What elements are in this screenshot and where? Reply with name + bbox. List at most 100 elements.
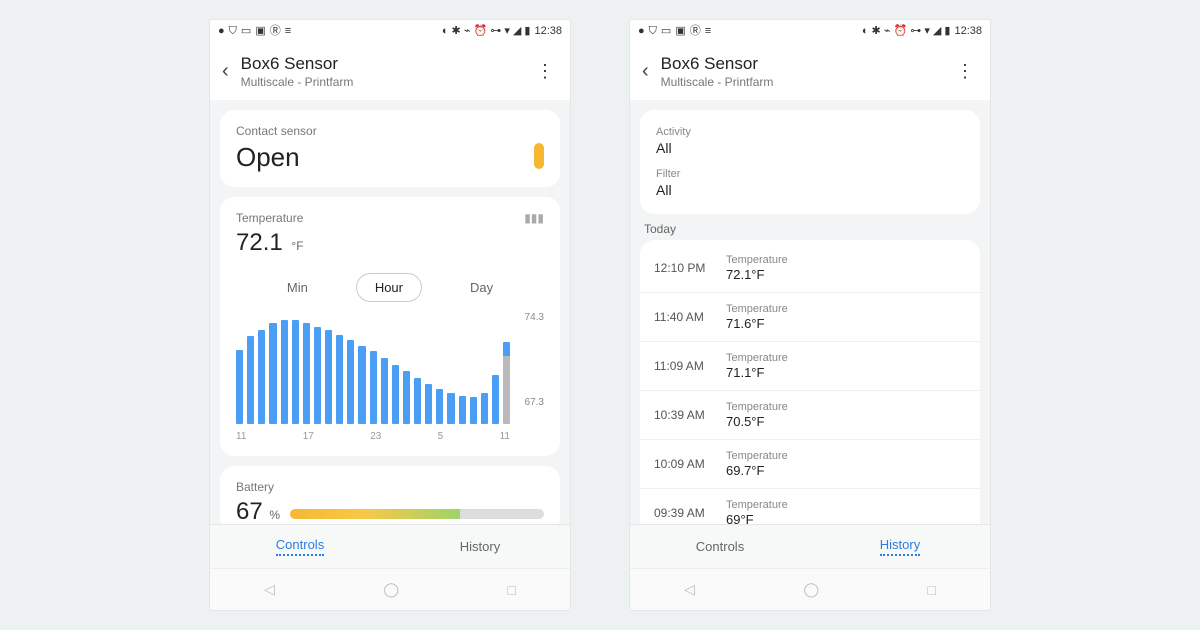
android-nav: ◁ ◯ □	[630, 568, 990, 610]
history-row[interactable]: 10:09 AMTemperature69.7°F	[640, 440, 980, 489]
nav-recents-icon[interactable]: □	[507, 582, 515, 598]
history-metric-label: Temperature	[726, 352, 788, 364]
nav-back-icon[interactable]: ◁	[684, 581, 695, 598]
page-subtitle: Multiscale - Printfarm	[241, 75, 530, 89]
chart-bar	[492, 375, 499, 424]
chart-bar	[447, 393, 454, 424]
app-header: ‹ Box6 Sensor Multiscale - Printfarm ⋮	[630, 42, 990, 100]
status-time: 12:38	[534, 26, 562, 37]
segment-hour[interactable]: Hour	[356, 273, 422, 302]
history-time: 11:40 AM	[654, 310, 726, 324]
chart-bar	[481, 393, 488, 424]
status-left-icons: ●⛉▭▣Ⓡ≡	[218, 26, 291, 37]
back-icon[interactable]: ‹	[222, 54, 237, 89]
chart-bar	[269, 323, 276, 424]
chart-bar	[470, 397, 477, 424]
tab-controls[interactable]: Controls	[630, 525, 810, 568]
segment-day[interactable]: Day	[452, 274, 511, 301]
status-bar: ●⛉▭▣Ⓡ≡ ◐ ✱ ⌁ ⏰ ⊶ ▾ ◢ ▮ 12:38	[210, 20, 570, 42]
nav-recents-icon[interactable]: □	[927, 582, 935, 598]
history-metric-value: 71.1°F	[726, 365, 788, 380]
chart-bar	[503, 342, 510, 424]
chart-bar	[425, 384, 432, 424]
temperature-label: Temperature	[236, 211, 303, 225]
history-row[interactable]: 12:10 PMTemperature72.1°F	[640, 244, 980, 293]
filter-card: Activity All Filter All	[640, 110, 980, 214]
android-nav: ◁ ◯ □	[210, 568, 570, 610]
chart-bar	[281, 320, 288, 424]
nav-home-icon[interactable]: ◯	[803, 581, 819, 598]
chart-bar	[325, 330, 332, 424]
chart-bar	[347, 340, 354, 424]
tab-history[interactable]: History	[390, 525, 570, 568]
page-title: Box6 Sensor	[241, 54, 530, 74]
history-metric-label: Temperature	[726, 450, 788, 462]
history-metric-value: 72.1°F	[726, 267, 788, 282]
nav-home-icon[interactable]: ◯	[383, 581, 399, 598]
history-section-header: Today	[640, 214, 980, 240]
bottom-tabs: Controls History	[210, 524, 570, 568]
chart-bar	[236, 350, 243, 424]
more-icon[interactable]: ⋮	[530, 55, 558, 88]
phone-controls: ●⛉▭▣Ⓡ≡ ◐ ✱ ⌁ ⏰ ⊶ ▾ ◢ ▮ 12:38 ‹ Box6 Sens…	[210, 20, 570, 610]
history-metric-label: Temperature	[726, 303, 788, 315]
history-metric-value: 69°F	[726, 512, 788, 524]
chart-bar	[358, 346, 365, 424]
filter-filter[interactable]: Filter All	[656, 162, 964, 204]
status-right-icons: ◐ ✱ ⌁ ⏰ ⊶ ▾ ◢ ▮ 12:38	[442, 26, 562, 37]
bottom-tabs: Controls History	[630, 524, 990, 568]
temperature-value: 72.1	[236, 229, 283, 256]
y-axis-min: 67.3	[525, 397, 544, 408]
x-axis: 111723511	[236, 431, 510, 442]
chart-bar	[247, 336, 254, 424]
history-metric-label: Temperature	[726, 499, 788, 511]
chart-bar	[403, 371, 410, 424]
chart-bar	[314, 327, 321, 424]
temperature-card[interactable]: Temperature ▮▮▮ 72.1 °F Min Hour Day 74.…	[220, 197, 560, 456]
history-row[interactable]: 09:39 AMTemperature69°F	[640, 489, 980, 524]
battery-bar	[290, 509, 544, 519]
history-row[interactable]: 11:40 AMTemperature71.6°F	[640, 293, 980, 342]
history-row[interactable]: 11:09 AMTemperature71.1°F	[640, 342, 980, 391]
battery-unit: %	[269, 508, 280, 522]
temperature-unit: °F	[291, 239, 303, 253]
back-icon[interactable]: ‹	[642, 54, 657, 89]
history-list[interactable]: 12:10 PMTemperature72.1°F11:40 AMTempera…	[640, 240, 980, 524]
chart-bar	[459, 396, 466, 424]
history-time: 11:09 AM	[654, 359, 726, 373]
temperature-chart: 74.3 67.3 111723511	[236, 312, 544, 442]
status-bar: ●⛉▭▣Ⓡ≡ ◐ ✱ ⌁ ⏰ ⊶ ▾ ◢ ▮ 12:38	[630, 20, 990, 42]
status-time: 12:38	[954, 26, 982, 37]
contact-value: Open	[236, 142, 300, 173]
battery-card[interactable]: Battery 67 %	[220, 466, 560, 524]
filter-activity[interactable]: Activity All	[656, 120, 964, 162]
history-time: 10:09 AM	[654, 457, 726, 471]
chart-bar	[303, 323, 310, 424]
history-metric-label: Temperature	[726, 254, 788, 266]
chart-bar	[414, 378, 421, 424]
contact-label: Contact sensor	[236, 124, 544, 138]
tab-controls[interactable]: Controls	[210, 525, 390, 568]
y-axis-max: 74.3	[525, 312, 544, 323]
history-metric-value: 69.7°F	[726, 463, 788, 478]
contact-card[interactable]: Contact sensor Open	[220, 110, 560, 187]
more-icon[interactable]: ⋮	[950, 55, 978, 88]
battery-label: Battery	[236, 480, 544, 494]
history-row[interactable]: 10:39 AMTemperature70.5°F	[640, 391, 980, 440]
segment-min[interactable]: Min	[269, 274, 326, 301]
bar-chart-icon[interactable]: ▮▮▮	[524, 211, 544, 225]
status-left-icons: ●⛉▭▣Ⓡ≡	[638, 26, 711, 37]
page-title: Box6 Sensor	[661, 54, 950, 74]
tab-history[interactable]: History	[810, 525, 990, 568]
chart-bar	[292, 320, 299, 424]
history-time: 12:10 PM	[654, 261, 726, 275]
chart-bar	[258, 330, 265, 424]
app-header: ‹ Box6 Sensor Multiscale - Printfarm ⋮	[210, 42, 570, 100]
history-time: 10:39 AM	[654, 408, 726, 422]
time-range-segment: Min Hour Day	[236, 273, 544, 302]
chart-bar	[381, 358, 388, 424]
battery-value: 67	[236, 498, 263, 524]
phone-history: ●⛉▭▣Ⓡ≡ ◐ ✱ ⌁ ⏰ ⊶ ▾ ◢ ▮ 12:38 ‹ Box6 Sens…	[630, 20, 990, 610]
history-metric-value: 70.5°F	[726, 414, 788, 429]
nav-back-icon[interactable]: ◁	[264, 581, 275, 598]
